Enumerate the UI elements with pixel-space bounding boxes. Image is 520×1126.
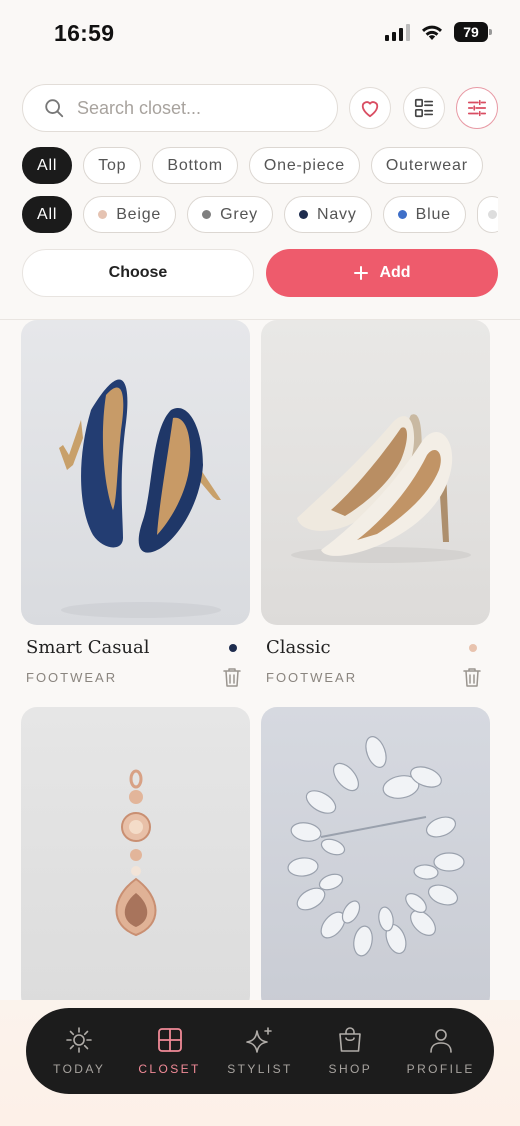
- favorites-button[interactable]: [349, 87, 391, 129]
- status-icons: 79: [385, 22, 492, 42]
- navy-heels-image: [59, 379, 221, 618]
- chip-category-top[interactable]: Top: [83, 147, 142, 184]
- cellular-signal-icon: [385, 23, 410, 41]
- category-filter-row: All Top Bottom One-piece Outerwear: [22, 147, 498, 184]
- trash-icon[interactable]: [463, 667, 481, 687]
- trash-icon[interactable]: [223, 667, 241, 687]
- item-photo-rose-gold-earring[interactable]: [21, 707, 250, 1012]
- sliders-icon: [467, 99, 487, 117]
- wifi-icon: [422, 25, 442, 40]
- nav-shop[interactable]: SHOP: [305, 1026, 395, 1076]
- crystal-brooch-image: [287, 736, 465, 957]
- bottom-navigation: TODAY CLOSET STYLIST SHOP PROFILE: [26, 1008, 494, 1094]
- item-color-dot: [469, 643, 477, 652]
- search-icon: [45, 99, 64, 118]
- closet-item-card[interactable]: [261, 707, 490, 1012]
- search-input[interactable]: [77, 97, 307, 119]
- closet-item-card[interactable]: Classic FOOTWEAR: [261, 320, 490, 687]
- chip-category-outerwear[interactable]: Outerwear: [370, 147, 483, 184]
- chip-color-more[interactable]: [476, 196, 498, 233]
- chip-category-bottom[interactable]: Bottom: [152, 147, 238, 184]
- search-bar[interactable]: [22, 84, 338, 132]
- nav-label: CLOSET: [138, 1062, 201, 1076]
- chip-label: Grey: [220, 205, 258, 223]
- chip-category-all[interactable]: All: [22, 147, 73, 184]
- classic-heels-image: [291, 414, 471, 563]
- heart-icon: [361, 101, 379, 118]
- nav-label: TODAY: [53, 1062, 106, 1076]
- shopping-bag-icon: [339, 1027, 362, 1052]
- chip-color-all[interactable]: All: [22, 196, 73, 233]
- item-photo-crystal-brooch[interactable]: [261, 707, 490, 1012]
- color-filter-row: All Beige Grey Navy Blue: [22, 196, 498, 233]
- user-icon: [429, 1029, 452, 1053]
- view-toggle-button[interactable]: [403, 87, 445, 129]
- nav-today[interactable]: TODAY: [34, 1026, 124, 1076]
- closet-item-card[interactable]: Smart Casual FOOTWEAR: [21, 320, 250, 687]
- list-grid-icon: [414, 98, 434, 118]
- chip-color-beige[interactable]: Beige: [83, 196, 177, 233]
- color-swatch: [487, 210, 497, 219]
- item-title-row: Classic: [261, 637, 490, 658]
- item-category: FOOTWEAR: [26, 669, 118, 685]
- nav-closet[interactable]: CLOSET: [125, 1026, 215, 1076]
- item-category: FOOTWEAR: [266, 669, 358, 685]
- nav-label: SHOP: [328, 1062, 373, 1076]
- nav-label: PROFILE: [406, 1062, 475, 1076]
- chip-color-grey[interactable]: Grey: [187, 196, 273, 233]
- sun-icon: [66, 1027, 92, 1053]
- rose-gold-earring-image: [115, 769, 157, 937]
- color-swatch: [98, 210, 108, 219]
- item-name: Smart Casual: [26, 637, 150, 658]
- item-category-row: FOOTWEAR: [21, 667, 250, 687]
- sparkle-icon: [246, 1027, 272, 1053]
- item-title-row: Smart Casual: [21, 637, 250, 658]
- closet-item-card[interactable]: [21, 707, 250, 1012]
- chip-color-navy[interactable]: Navy: [283, 196, 372, 233]
- nav-profile[interactable]: PROFILE: [396, 1026, 486, 1076]
- color-swatch: [397, 210, 407, 219]
- chip-category-one-piece[interactable]: One-piece: [248, 147, 360, 184]
- color-swatch: [202, 210, 212, 219]
- chip-label: Blue: [415, 205, 451, 223]
- item-color-dot: [229, 643, 237, 652]
- status-time: 16:59: [54, 20, 115, 46]
- chip-label: Navy: [316, 205, 357, 223]
- item-category-row: FOOTWEAR: [261, 667, 490, 687]
- battery-icon: 79: [454, 22, 492, 42]
- chip-color-blue[interactable]: Blue: [382, 196, 466, 233]
- filter-button[interactable]: [456, 87, 498, 129]
- nav-stylist[interactable]: STYLIST: [215, 1026, 305, 1076]
- nav-label: STYLIST: [227, 1062, 293, 1076]
- item-photo-classic-heels[interactable]: [261, 320, 490, 625]
- plus-icon: [354, 266, 369, 280]
- chip-label: Beige: [116, 205, 162, 223]
- item-name: Classic: [266, 637, 331, 658]
- choose-button[interactable]: Choose: [22, 249, 254, 297]
- add-button[interactable]: Add: [266, 249, 498, 297]
- closet-icon: [157, 1028, 182, 1052]
- add-button-label: Add: [379, 264, 411, 281]
- color-swatch: [298, 210, 308, 219]
- status-bar: 16:59 79: [0, 0, 520, 70]
- item-photo-navy-heels[interactable]: [21, 320, 250, 625]
